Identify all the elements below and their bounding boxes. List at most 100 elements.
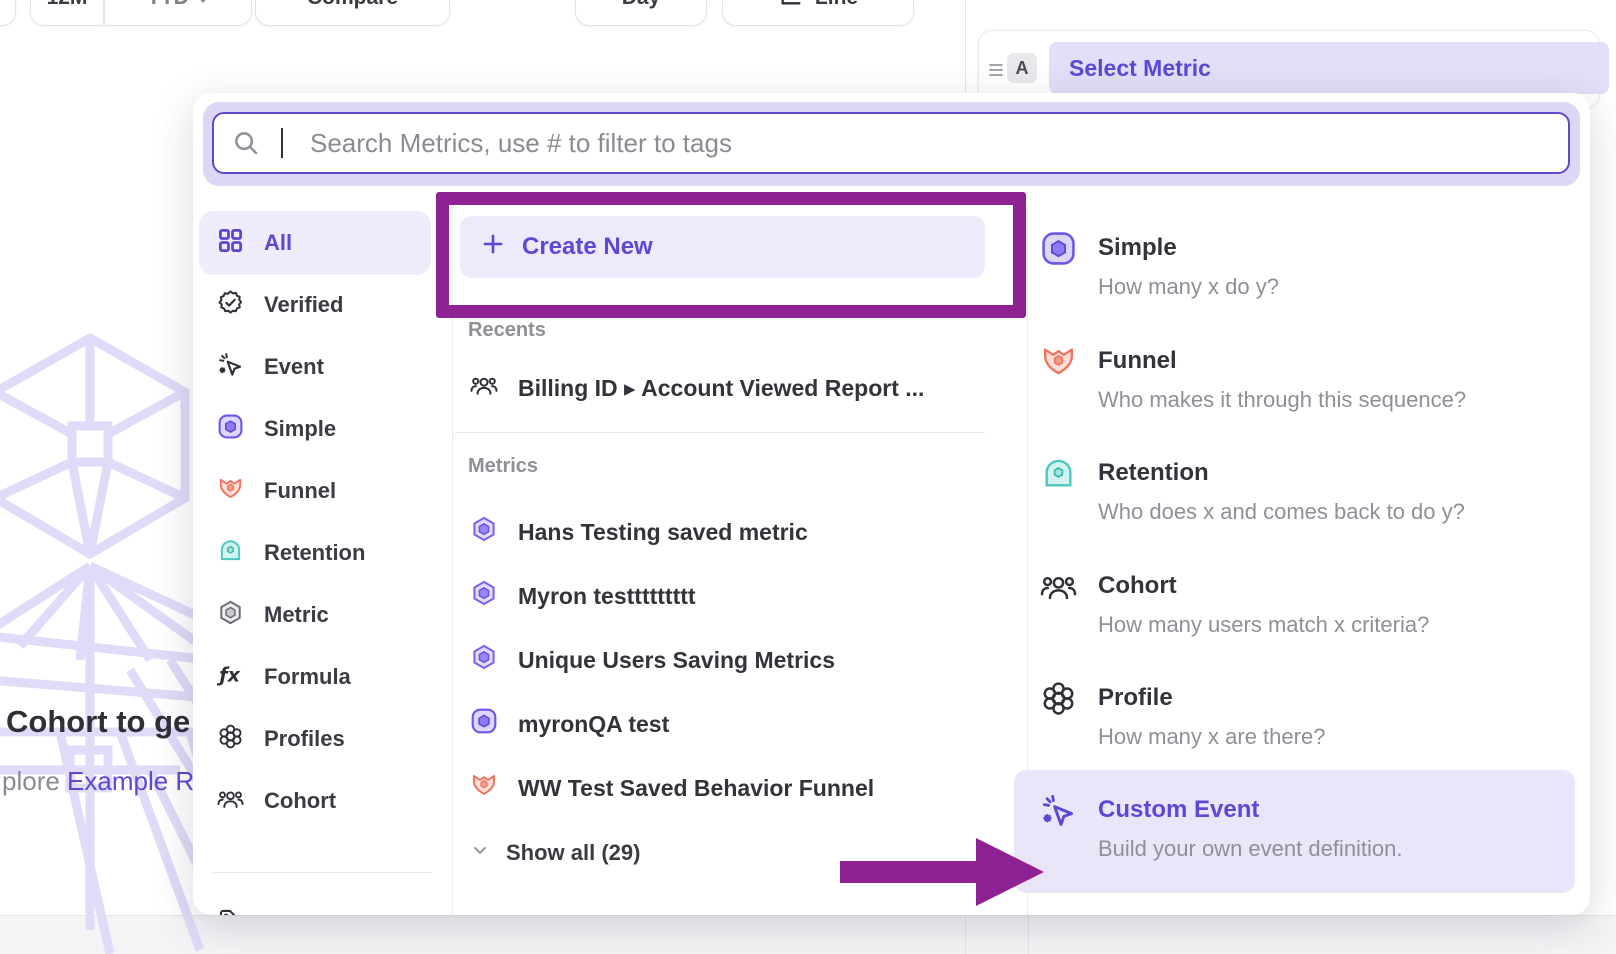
sidebar-item-retention[interactable]: Retention — [199, 522, 433, 584]
recent-item-billing[interactable]: Billing ID ▸ Account Viewed Report ... — [470, 356, 1010, 420]
sidebar-item-label: Profiles — [264, 726, 345, 752]
create-new-button[interactable]: Create New — [460, 216, 985, 278]
sidebar-item-label: Simple — [264, 416, 336, 442]
show-all-toggle[interactable]: Show all (29) — [470, 822, 640, 884]
sidebar-item-metric[interactable]: Metric — [199, 584, 433, 646]
chevron-down-icon — [470, 840, 490, 866]
drag-handle-icon[interactable] — [989, 61, 1003, 75]
cohort-icon — [217, 785, 244, 818]
simple-icon — [470, 707, 498, 741]
type-title: Cohort — [1098, 570, 1560, 602]
compare-button[interactable]: Compare — [255, 0, 450, 26]
metric-item[interactable]: WW Test Saved Behavior Funnel — [470, 756, 1010, 820]
type-funnel[interactable]: Funnel Who makes it through this sequenc… — [1040, 345, 1560, 414]
metric-item-label: Myron testtttttttt — [518, 583, 696, 610]
sidebar-divider — [452, 205, 453, 915]
date-range-control: 12M YTD — [30, 0, 252, 26]
type-profile[interactable]: Profile How many x are there? — [1040, 682, 1560, 751]
select-metric-field[interactable]: Select Metric — [1049, 42, 1609, 94]
range-12m-button[interactable]: 12M — [31, 0, 103, 25]
type-retention[interactable]: Retention Who does x and comes back to d… — [1040, 457, 1560, 526]
sidebar-item-label: Cohort — [264, 788, 336, 814]
recent-item-label: Billing ID ▸ Account Viewed Report ... — [518, 375, 924, 402]
sidebar-item-label: Retention — [264, 540, 365, 566]
metric-item[interactable]: Myron testtttttttt — [470, 564, 1010, 628]
metric-picker-modal: All Verified Event Simple Funnel Retenti… — [193, 93, 1590, 915]
metric-item[interactable]: Unique Users Saving Metrics — [470, 628, 1010, 692]
type-custom-event[interactable]: Custom Event Build your own event defini… — [1040, 794, 1560, 863]
profiles-icon — [217, 723, 244, 756]
empty-state-subtitle-fragment: plore Example R — [2, 766, 194, 797]
type-title: Simple — [1098, 232, 1560, 264]
simple-icon — [1040, 230, 1077, 272]
sidebar-item-verified[interactable]: Verified — [199, 274, 433, 336]
select-metric-label: Select Metric — [1069, 55, 1211, 82]
sidebar-item-simple[interactable]: Simple — [199, 398, 433, 460]
page-bottom-strip — [0, 915, 1616, 954]
line-chart-icon — [778, 0, 803, 14]
series-a-badge: A — [1007, 53, 1037, 83]
funnel-icon — [470, 771, 498, 805]
custom-event-icon — [1040, 792, 1077, 834]
sidebar-item-label: Verified — [264, 292, 343, 318]
svg-text:ƒx: ƒx — [217, 663, 241, 686]
toolbar-partial-button[interactable] — [0, 0, 16, 26]
people-icon — [470, 371, 498, 405]
range-12m-label: 12M — [47, 0, 88, 10]
profiles-icon — [1040, 680, 1077, 722]
text-cursor — [281, 128, 283, 158]
search-input[interactable] — [212, 112, 1570, 174]
sidebar-item-formula[interactable]: ƒx Formula — [199, 646, 433, 708]
type-desc: Who does x and comes back to do y? — [1098, 498, 1560, 526]
metric-item-label: Unique Users Saving Metrics — [518, 647, 835, 674]
sidebar-item-cohort[interactable]: Cohort — [199, 770, 433, 832]
sidebar-item-label: Metric — [264, 602, 329, 628]
sidebar-item-event[interactable]: Event — [199, 336, 433, 398]
type-desc: Who makes it through this sequence? — [1098, 386, 1560, 414]
simple-icon — [217, 413, 244, 446]
range-ytd-dropdown[interactable]: YTD — [105, 0, 252, 25]
sidebar-item-tags-partial[interactable] — [199, 892, 433, 915]
sidebar-item-funnel[interactable]: Funnel — [199, 460, 433, 522]
funnel-icon — [217, 475, 244, 508]
create-new-label: Create New — [522, 233, 653, 261]
sidebar-item-label: Event — [264, 354, 324, 380]
metric-item-label: WW Test Saved Behavior Funnel — [518, 775, 874, 802]
metric-item[interactable]: Hans Testing saved metric — [470, 500, 1010, 564]
type-desc: Build your own event definition. — [1098, 835, 1560, 863]
sidebar-item-profiles[interactable]: Profiles — [199, 708, 433, 770]
cohort-icon — [1040, 568, 1077, 610]
retention-icon — [1040, 455, 1077, 497]
recents-header: Recents — [468, 319, 546, 342]
formula-icon: ƒx — [217, 661, 244, 694]
compare-label: Compare — [307, 0, 398, 10]
type-title: Profile — [1098, 682, 1560, 714]
type-simple[interactable]: Simple How many x do y? — [1040, 232, 1560, 301]
metric-hexagon-icon — [470, 579, 498, 613]
app-root: Cohort to ge plore Example R 12M YTD Com… — [0, 0, 1616, 954]
decorative-wireframe — [0, 330, 210, 954]
sidebar-item-all[interactable]: All — [199, 212, 433, 274]
type-desc: How many x do y? — [1098, 273, 1560, 301]
caret-down-icon — [197, 0, 209, 10]
retention-icon — [217, 537, 244, 570]
type-title: Custom Event — [1098, 794, 1560, 826]
sidebar-separator — [213, 872, 431, 873]
sidebar-item-label: All — [264, 230, 292, 256]
tag-icon — [217, 907, 244, 916]
granularity-day-button[interactable]: Day — [575, 0, 707, 26]
grid-icon — [217, 227, 244, 260]
subtitle-text: plore — [2, 766, 67, 796]
empty-state-title-fragment: Cohort to ge — [6, 704, 190, 740]
panel-divider-segment — [1028, 915, 1029, 954]
type-title: Funnel — [1098, 345, 1560, 377]
type-title: Retention — [1098, 457, 1560, 489]
example-reports-link[interactable]: Example R — [67, 766, 194, 796]
chart-type-line-button[interactable]: Line — [722, 0, 914, 26]
type-cohort[interactable]: Cohort How many users match x criteria? — [1040, 570, 1560, 639]
metric-hexagon-icon — [217, 599, 244, 632]
metric-item[interactable]: myronQA test — [470, 692, 1010, 756]
type-desc: How many users match x criteria? — [1098, 611, 1560, 639]
line-label: Line — [815, 0, 858, 10]
metrics-header: Metrics — [468, 455, 538, 478]
